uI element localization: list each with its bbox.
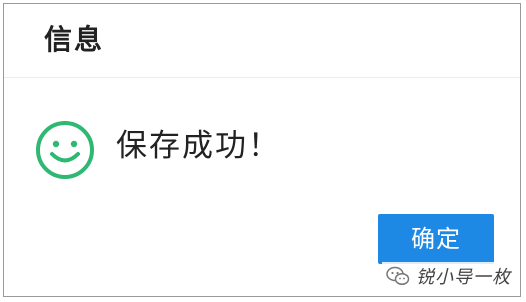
wechat-icon bbox=[386, 266, 410, 286]
dialog-title: 信息 bbox=[44, 23, 105, 56]
smiley-success-icon bbox=[34, 119, 96, 181]
watermark: 锐小导一枚 bbox=[382, 262, 515, 290]
dialog-message: 保存成功！ bbox=[116, 128, 281, 164]
dialog-header: 信息 bbox=[4, 4, 520, 78]
message-dialog: 信息 保存成功！ 确定 bbox=[3, 3, 521, 297]
watermark-text: 锐小导一枚 bbox=[416, 267, 511, 288]
confirm-button[interactable]: 确定 bbox=[378, 214, 494, 264]
